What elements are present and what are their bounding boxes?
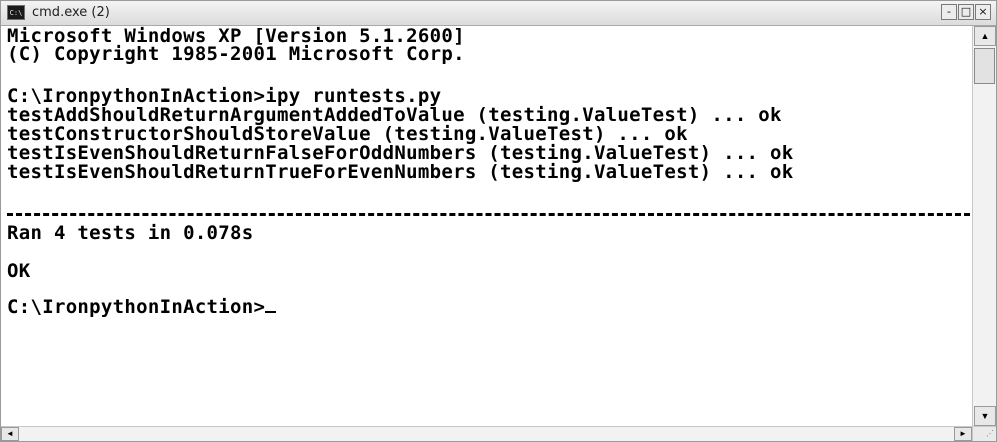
vertical-scrollbar[interactable]: ▲ ▼: [972, 26, 996, 426]
test-result-line: testIsEvenShouldReturnTrueForEvenNumbers…: [7, 161, 794, 183]
scroll-up-button[interactable]: ▲: [974, 26, 996, 46]
window-title: cmd.exe (2): [32, 5, 110, 20]
maximize-button[interactable]: □: [958, 4, 974, 20]
console-output[interactable]: Microsoft Windows XP [Version 5.1.2600] …: [7, 26, 970, 426]
status-ok: OK: [7, 260, 31, 282]
console-icon[interactable]: C:\: [7, 5, 25, 20]
window-controls: - □ ×: [940, 4, 991, 20]
title-bar[interactable]: C:\ cmd.exe (2) - □ ×: [1, 1, 996, 26]
scroll-left-button[interactable]: ◄: [1, 427, 19, 441]
close-button[interactable]: ×: [975, 4, 991, 20]
prompt-line: C:\IronpythonInAction>: [7, 296, 277, 318]
separator-line: [7, 213, 970, 216]
scroll-thumb[interactable]: [974, 48, 995, 84]
minimize-button[interactable]: -: [941, 4, 957, 20]
scroll-down-button[interactable]: ▼: [974, 406, 996, 426]
test-summary: Ran 4 tests in 0.078s: [7, 222, 254, 244]
horizontal-scrollbar[interactable]: ◄ ►: [1, 426, 972, 441]
scroll-right-button[interactable]: ►: [954, 427, 972, 441]
resize-grip-icon[interactable]: ⋰: [972, 426, 996, 441]
text-cursor: [265, 311, 277, 313]
copyright-line: (C) Copyright 1985-2001 Microsoft Corp.: [7, 43, 465, 65]
console-window: C:\ cmd.exe (2) - □ × Microsoft Windows …: [0, 0, 997, 442]
prompt-text: C:\IronpythonInAction>: [7, 296, 266, 318]
